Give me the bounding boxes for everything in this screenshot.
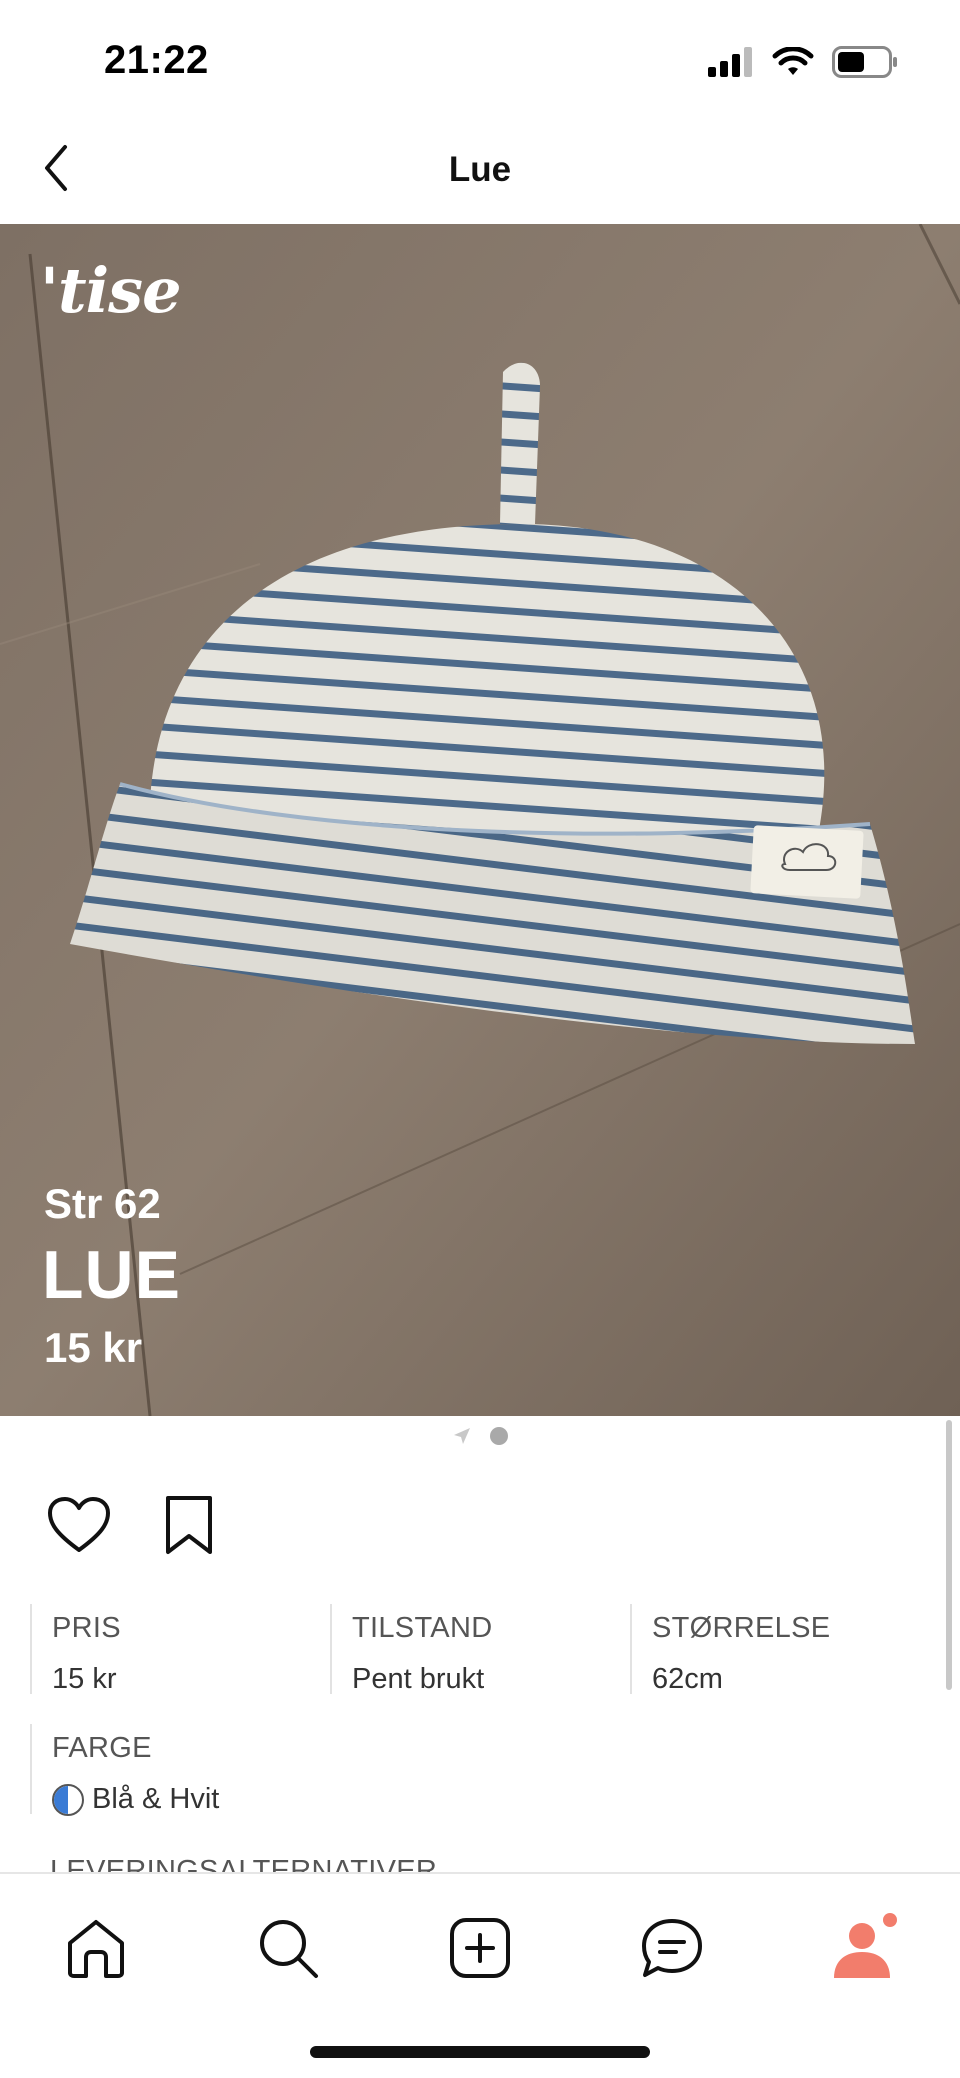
location-arrow-icon: [454, 1428, 470, 1444]
home-indicator: [310, 2046, 650, 2058]
status-icons: [708, 46, 898, 78]
search-icon: [260, 1920, 318, 1978]
search-tab[interactable]: [248, 1908, 328, 1988]
plus-square-icon: [450, 1918, 510, 1978]
home-icon: [68, 1920, 124, 1978]
detail-label: TILSTAND: [352, 1612, 493, 1644]
detail-label: STØRRELSE: [652, 1612, 831, 1644]
product-details: PRIS 15 kr TILSTAND Pent brukt STØRRELSE…: [30, 1604, 930, 1816]
product-image-carousel[interactable]: 'tise Str 62 LUE 15 kr: [0, 224, 960, 1416]
details-row: FARGE Blå & Hvit: [30, 1724, 930, 1816]
status-bar: 21:22: [0, 0, 960, 120]
nav-bar: Lue: [0, 120, 960, 224]
detail-price: PRIS 15 kr: [30, 1604, 330, 1695]
add-listing-tab[interactable]: [440, 1908, 520, 1988]
details-row: PRIS 15 kr TILSTAND Pent brukt STØRRELSE…: [30, 1604, 930, 1695]
detail-value: 62cm: [652, 1663, 723, 1695]
detail-label: FARGE: [52, 1732, 152, 1764]
detail-label: PRIS: [52, 1612, 121, 1644]
messages-tab[interactable]: [632, 1908, 712, 1988]
detail-value: 15 kr: [52, 1663, 117, 1695]
cellular-signal-icon: [708, 47, 752, 77]
detail-size: STØRRELSE 62cm: [630, 1604, 930, 1695]
home-tab[interactable]: [56, 1908, 136, 1988]
profile-icon: [834, 1913, 897, 1978]
notification-dot: [883, 1913, 897, 1927]
overlay-size: Str 62: [44, 1180, 161, 1227]
brand-watermark: 'tise: [40, 254, 182, 327]
page-title: Lue: [448, 150, 512, 189]
page-dot-active[interactable]: [490, 1427, 508, 1445]
overlay-product-name: LUE: [42, 1237, 181, 1313]
wifi-icon: [772, 47, 814, 75]
overlay-price: 15 kr: [44, 1324, 143, 1371]
detail-color: FARGE Blå & Hvit: [30, 1724, 630, 1816]
save-button[interactable]: [156, 1492, 222, 1558]
color-swatch-icon: [52, 1783, 84, 1816]
delivery-options-label: LEVERINGSALTERNATIVER: [50, 1855, 438, 1874]
image-page-indicator[interactable]: [0, 1416, 960, 1456]
status-time: 21:22: [104, 38, 209, 82]
chat-bubble-icon: [642, 1919, 702, 1977]
bookmark-icon: [166, 1496, 212, 1554]
profile-tab[interactable]: [824, 1908, 904, 1988]
battery-icon: [832, 46, 897, 78]
detail-value: Pent brukt: [352, 1663, 485, 1695]
like-button[interactable]: [46, 1492, 112, 1558]
scrollbar[interactable]: [946, 1420, 952, 1690]
color-value: Blå & Hvit: [92, 1783, 220, 1815]
detail-value: Blå & Hvit: [52, 1783, 630, 1816]
bottom-tab-bar: [0, 1872, 960, 2078]
action-row: [46, 1492, 222, 1558]
detail-condition: TILSTAND Pent brukt: [330, 1604, 630, 1695]
heart-icon: [48, 1497, 110, 1552]
